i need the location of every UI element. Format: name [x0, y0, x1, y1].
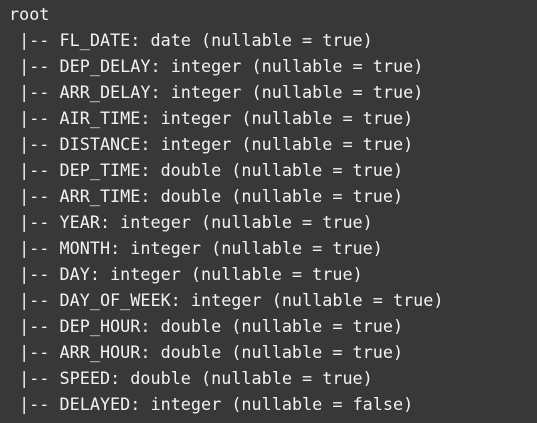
tree-branch-prefix: |-- — [9, 316, 60, 336]
field-nullable: true — [372, 56, 414, 76]
field-name: SPEED — [59, 368, 111, 388]
notebook-output-cell: root |-- FL_DATE: date (nullable = true)… — [0, 0, 537, 423]
tree-branch-prefix: |-- — [9, 160, 60, 180]
field-name: FL_DATE — [59, 30, 131, 50]
field-type: integer — [190, 290, 262, 310]
field-nullable: true — [322, 368, 363, 388]
field-nullable: true — [352, 316, 393, 336]
field-type: date — [150, 30, 191, 50]
schema-field-row: |-- FL_DATE: date (nullable = true) — [9, 30, 373, 50]
field-nullable: true — [362, 108, 404, 128]
field-type: double — [160, 342, 222, 362]
field-type: double — [160, 160, 222, 180]
field-nullable: true — [352, 186, 393, 206]
tree-branch-prefix: |-- — [9, 186, 60, 206]
field-type: integer — [110, 264, 181, 284]
field-nullable: true — [362, 134, 404, 154]
tree-branch-prefix: |-- — [9, 82, 60, 102]
field-name: DEP_HOUR — [59, 316, 141, 336]
field-nullable: true — [322, 212, 363, 232]
schema-field-row: |-- SPEED: double (nullable = true) — [9, 368, 373, 388]
tree-branch-prefix: |-- — [9, 342, 60, 362]
field-name: DEP_TIME — [59, 160, 141, 180]
field-name: ARR_HOUR — [59, 342, 141, 362]
tree-branch-prefix: |-- — [9, 264, 60, 284]
field-nullable: true — [352, 160, 393, 180]
tree-branch-prefix: |-- — [9, 134, 60, 154]
field-name: MONTH — [59, 238, 111, 258]
field-nullable: true — [312, 264, 353, 284]
schema-field-row: |-- MONTH: integer (nullable = true) — [9, 238, 383, 258]
tree-branch-prefix: |-- — [9, 108, 60, 128]
field-type: double — [130, 368, 191, 388]
field-name: DISTANCE — [59, 134, 141, 154]
field-nullable: true — [332, 238, 373, 258]
schema-field-row: |-- DEP_TIME: double (nullable = true) — [9, 160, 404, 180]
schema-field-row: |-- DAY_OF_WEEK: integer (nullable = tru… — [9, 290, 444, 310]
field-nullable: true — [322, 30, 363, 50]
field-type: integer — [160, 108, 232, 128]
field-name: ARR_DELAY — [59, 82, 151, 102]
schema-field-row: |-- DISTANCE: integer (nullable = true) — [9, 134, 414, 154]
field-name: DAY_OF_WEEK — [59, 290, 171, 310]
tree-branch-prefix: |-- — [9, 30, 60, 50]
field-type: integer — [130, 238, 202, 258]
field-nullable: false — [352, 394, 404, 414]
field-name: DEP_DELAY — [59, 56, 151, 76]
schema-field-row: |-- DEP_HOUR: double (nullable = true) — [9, 316, 404, 336]
field-type: double — [160, 316, 222, 336]
field-name: DELAYED — [59, 394, 131, 414]
schema-field-row: |-- ARR_HOUR: double (nullable = true) — [9, 342, 404, 362]
schema-field-row: |-- DAY: integer (nullable = true) — [9, 264, 363, 284]
schema-field-row: |-- DEP_DELAY: integer (nullable = true) — [9, 56, 424, 76]
tree-branch-prefix: |-- — [9, 368, 60, 388]
schema-field-row: |-- DELAYED: integer (nullable = false) — [9, 394, 414, 414]
tree-branch-prefix: |-- — [9, 212, 60, 232]
schema-field-row: |-- AIR_TIME: integer (nullable = true) — [9, 108, 414, 128]
field-type: integer — [170, 56, 242, 76]
schema-output: root |-- FL_DATE: date (nullable = true)… — [9, 0, 537, 417]
field-type: integer — [120, 212, 191, 232]
tree-branch-prefix: |-- — [9, 394, 60, 414]
field-nullable: true — [352, 342, 393, 362]
tree-branch-prefix: |-- — [9, 56, 60, 76]
field-name: ARR_TIME — [59, 186, 141, 206]
schema-root-label: root — [9, 4, 50, 24]
field-name: AIR_TIME — [59, 108, 141, 128]
field-name: YEAR — [59, 212, 100, 232]
schema-field-row: |-- ARR_DELAY: integer (nullable = true) — [9, 82, 424, 102]
tree-branch-prefix: |-- — [9, 238, 60, 258]
field-type: double — [160, 186, 222, 206]
field-name: DAY — [59, 264, 90, 284]
schema-field-row: |-- ARR_TIME: double (nullable = true) — [9, 186, 404, 206]
field-type: integer — [170, 82, 242, 102]
schema-field-row: |-- YEAR: integer (nullable = true) — [9, 212, 373, 232]
field-type: integer — [150, 394, 222, 414]
field-nullable: true — [392, 290, 434, 310]
field-nullable: true — [372, 82, 414, 102]
field-type: integer — [160, 134, 232, 154]
tree-branch-prefix: |-- — [9, 290, 60, 310]
